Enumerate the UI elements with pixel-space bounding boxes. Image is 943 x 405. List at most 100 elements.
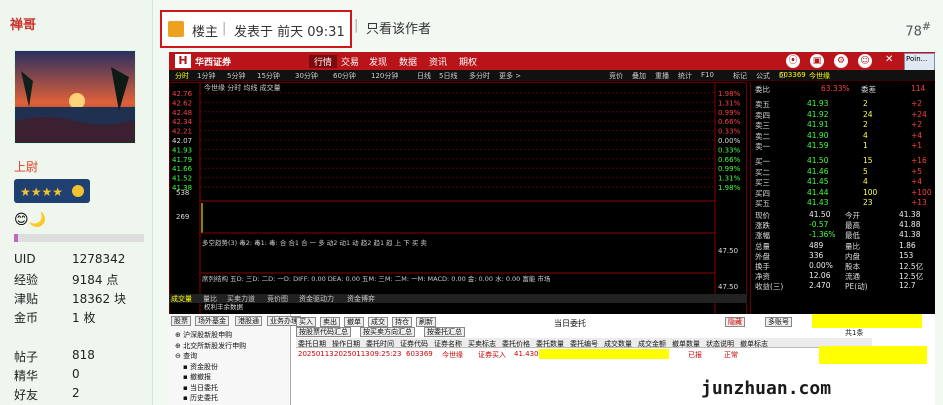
price-tick: 42.07 xyxy=(172,137,192,145)
menu-data[interactable]: 数据 xyxy=(399,55,417,68)
avatar[interactable] xyxy=(14,50,136,144)
timeframe-5[interactable]: 60分钟 xyxy=(333,71,356,81)
hide-button[interactable]: 隐藏 xyxy=(725,317,745,327)
multi-account-button[interactable]: 多账号 xyxy=(765,317,792,327)
level-vol: 2 xyxy=(863,99,868,108)
column-header[interactable]: 撤单数量 xyxy=(672,339,700,349)
timeframe-2[interactable]: 5分钟 xyxy=(227,71,245,81)
column-header[interactable]: 委托数量 xyxy=(536,339,564,349)
column-header[interactable]: 撤单标志 xyxy=(740,339,768,349)
sub-tab-2[interactable]: 按委托汇总 xyxy=(424,327,465,337)
level-label: 卖四 xyxy=(755,110,770,121)
tree-item[interactable]: ⊕ 北交所新股发行申购 xyxy=(175,341,246,351)
timeframe-8[interactable]: 5日线 xyxy=(439,71,457,81)
column-header[interactable]: 买卖标志 xyxy=(468,339,496,349)
level-label: 卖三 xyxy=(755,120,770,131)
timeframe-1[interactable]: 1分钟 xyxy=(197,71,215,81)
tab-5[interactable]: 资金博弈 xyxy=(347,294,375,304)
quote-stat: 总量489量比1.86 xyxy=(751,241,935,251)
level-price: 41.92 xyxy=(807,110,828,119)
column-header[interactable]: 委托日期 xyxy=(298,339,326,349)
username[interactable]: 禅哥 xyxy=(10,14,36,33)
column-header[interactable]: 委托价格 xyxy=(502,339,530,349)
save-icon[interactable]: ▣ xyxy=(810,54,824,68)
quote-stat: 外盘336内盘153 xyxy=(751,251,935,261)
tab-3[interactable]: 竞价图 xyxy=(267,294,288,304)
column-header[interactable]: 成交数量 xyxy=(604,339,632,349)
user-rank: 上尉 xyxy=(14,158,38,175)
timeframe-10[interactable]: 更多 > xyxy=(499,71,521,81)
price-tick: 41.52 xyxy=(172,175,192,183)
price-tick: 41.66 xyxy=(172,165,193,173)
tree-item[interactable]: ⊖ 查询 xyxy=(175,351,197,361)
level-vol: 1 xyxy=(863,141,868,150)
column-header[interactable]: 证券代码 xyxy=(400,339,428,349)
tree-tab-2[interactable]: 港股通 xyxy=(235,316,262,326)
menu-quotes[interactable]: 行情 xyxy=(309,55,337,68)
tool-0[interactable]: 竞价 xyxy=(609,71,623,81)
user-icon[interactable]: ☺ xyxy=(858,54,872,68)
only-author-link[interactable]: 只看该作者 xyxy=(366,18,431,37)
column-header[interactable]: 状态说明 xyxy=(706,339,734,349)
order-book-level: 买三41.454+4 xyxy=(751,177,935,187)
column-header[interactable]: 委托时间 xyxy=(366,339,394,349)
pct-tick: 0.00% xyxy=(718,137,741,145)
sub-tab-0[interactable]: 按股票代码汇总 xyxy=(296,327,351,337)
order-btn-3[interactable]: 成交 xyxy=(368,317,388,327)
settings-icon[interactable]: ⚙ xyxy=(834,54,848,68)
timeframe-6[interactable]: 120分钟 xyxy=(371,71,398,81)
tab-4[interactable]: 资金驱动力 xyxy=(299,294,334,304)
menu-trade[interactable]: 交易 xyxy=(341,55,359,68)
tool-3[interactable]: 统计 xyxy=(678,71,692,81)
price-tick: 42.76 xyxy=(172,90,193,98)
menu-news[interactable]: 资讯 xyxy=(429,55,447,68)
timeframe-9[interactable]: 多分时 xyxy=(469,71,490,81)
tree-tab-0[interactable]: 股票 xyxy=(171,316,191,326)
tree-item[interactable]: ▪ 历史委托 xyxy=(183,393,218,403)
order-btn-4[interactable]: 持仓 xyxy=(392,317,412,327)
stat-value: 1.86 xyxy=(899,241,916,250)
close-icon[interactable]: ✕ xyxy=(885,54,899,68)
tree-item[interactable]: ⊕ 沪深股新股申购 xyxy=(175,330,232,340)
tab-0[interactable]: 成交量 xyxy=(171,294,192,304)
author-icon xyxy=(168,21,184,37)
level-label: 买三 xyxy=(755,177,770,188)
tool-5[interactable]: 标记 xyxy=(733,71,747,81)
column-header[interactable]: 证券名称 xyxy=(434,339,462,349)
timeframe-4[interactable]: 30分钟 xyxy=(295,71,318,81)
stat-value: 41.38 xyxy=(899,210,920,219)
tree-item[interactable]: ▪ 撤撤报 xyxy=(183,372,211,382)
orders-table-header: 委托日期操作日期委托时间证券代码证券名称买卖标志委托价格委托数量委托编号成交数量… xyxy=(296,338,872,348)
price-tick: 42.62 xyxy=(172,99,192,107)
order-btn-1[interactable]: 卖出 xyxy=(320,317,340,327)
level-chg: +16 xyxy=(911,156,927,165)
pct-tick: 0.33% xyxy=(718,128,741,136)
tree-item[interactable]: ▪ 当日委托 xyxy=(183,383,218,393)
tree-item[interactable]: ▪ 资金股份 xyxy=(183,362,218,372)
stat-row: 帖子818 xyxy=(14,348,38,365)
tool-4[interactable]: F10 xyxy=(701,71,714,79)
brand-name: 华西证券 xyxy=(195,55,231,68)
timeframe-7[interactable]: 日线 xyxy=(417,71,431,81)
menu-discover[interactable]: 发现 xyxy=(369,55,387,68)
wc-value: 114 xyxy=(911,84,925,93)
order-btn-0[interactable]: 买入 xyxy=(296,317,316,327)
alert-icon[interactable]: ⦿ xyxy=(786,54,800,68)
tool-2[interactable]: 重播 xyxy=(655,71,669,81)
tree-tab-1[interactable]: 场外基金 xyxy=(195,316,229,326)
order-btn-2[interactable]: 撤单 xyxy=(344,317,364,327)
column-header[interactable]: 委托编号 xyxy=(570,339,598,349)
tab-1[interactable]: 量比 xyxy=(203,294,217,304)
tab-2[interactable]: 买卖力道 xyxy=(227,294,255,304)
menu-options[interactable]: 期权 xyxy=(459,55,477,68)
tool-6[interactable]: 公式 xyxy=(756,71,770,81)
tool-1[interactable]: 叠加 xyxy=(632,71,646,81)
quote-stat: 涨跌-0.57最高41.88 xyxy=(751,220,935,230)
sub-tab-1[interactable]: 按买卖方向汇总 xyxy=(360,327,415,337)
timeframe-0[interactable]: 分时 xyxy=(175,71,189,81)
timeframe-3[interactable]: 15分钟 xyxy=(257,71,280,81)
column-header[interactable]: 操作日期 xyxy=(332,339,360,349)
column-header[interactable]: 成交金额 xyxy=(638,339,666,349)
order-book-level: 卖二41.904+4 xyxy=(751,131,935,141)
order-btn-5[interactable]: 刷新 xyxy=(416,317,436,327)
